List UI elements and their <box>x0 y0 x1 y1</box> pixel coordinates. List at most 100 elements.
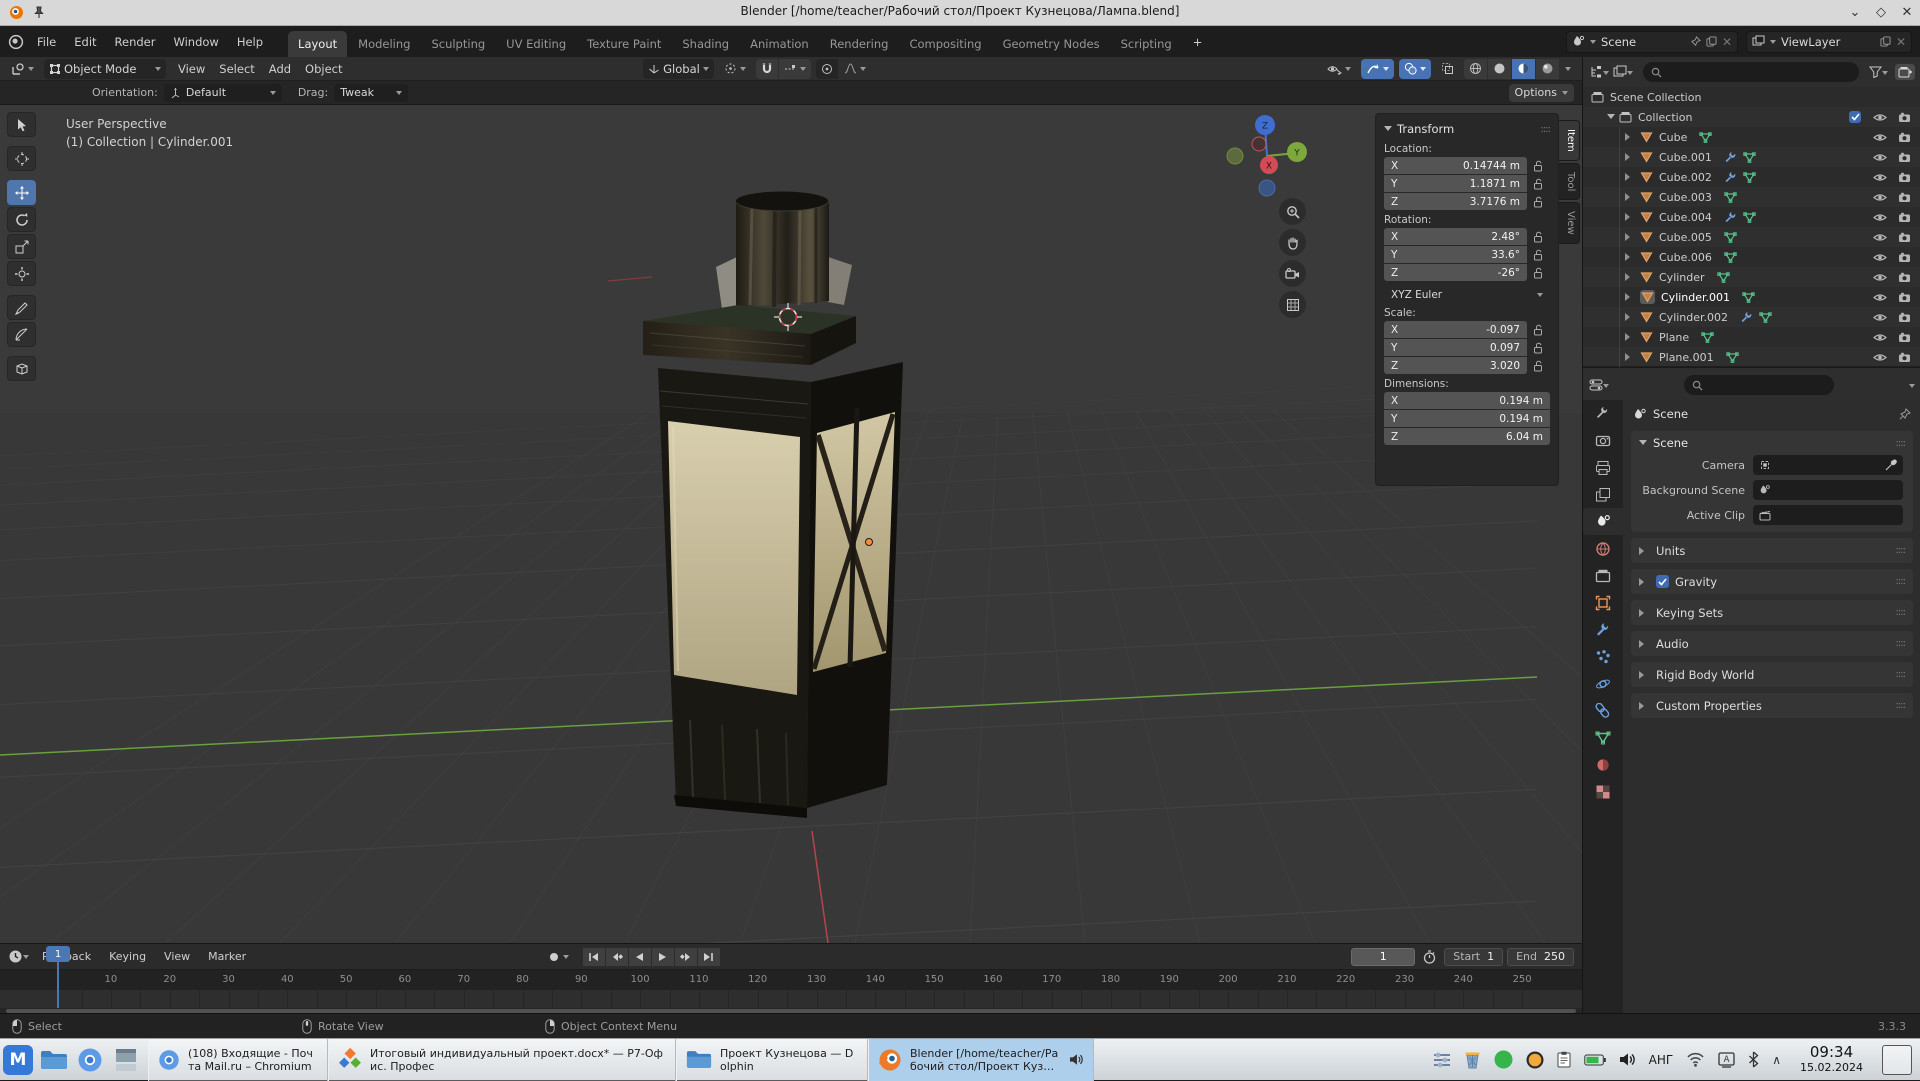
status-green-icon[interactable] <box>1494 1050 1513 1069</box>
hide-eye-toggle[interactable] <box>1873 212 1887 223</box>
camera-view-button[interactable] <box>1279 260 1306 287</box>
workspace-tab-compositing[interactable]: Compositing <box>899 31 991 57</box>
properties-tab-output[interactable] <box>1583 454 1623 481</box>
hide-eye-toggle[interactable] <box>1873 352 1887 363</box>
gravity-checkbox[interactable] <box>1656 575 1669 588</box>
disclosure-triangle[interactable] <box>1625 353 1636 361</box>
hide-eye-toggle[interactable] <box>1873 272 1887 283</box>
new-collection-button[interactable] <box>1895 64 1915 80</box>
hide-eye-toggle[interactable] <box>1873 252 1887 263</box>
properties-tab-modifiers[interactable] <box>1583 616 1623 643</box>
viewport-canvas[interactable] <box>0 105 1582 943</box>
xray-toggle[interactable] <box>1436 59 1459 79</box>
properties-tab-physics[interactable] <box>1583 670 1623 697</box>
render-visibility-toggle[interactable] <box>1898 192 1911 203</box>
tool-transform-button[interactable] <box>7 261 36 286</box>
lock-toggle[interactable] <box>1533 160 1543 172</box>
shading-dropdown[interactable] <box>1560 59 1576 79</box>
render-visibility-toggle[interactable] <box>1898 252 1911 263</box>
disclosure-triangle[interactable] <box>1625 333 1636 341</box>
clipboard-icon[interactable] <box>1557 1051 1571 1068</box>
workspace-tab-texture-paint[interactable]: Texture Paint <box>577 31 671 57</box>
rotation-mode-dropdown[interactable]: XYZ Euler <box>1384 286 1550 303</box>
viewport-menu-select[interactable]: Select <box>212 60 261 78</box>
options-dropdown[interactable]: Options <box>1509 84 1574 102</box>
properties-tab-scene[interactable] <box>1583 508 1623 535</box>
workspace-tab-sculpting[interactable]: Sculpting <box>421 31 495 57</box>
menu-file[interactable]: File <box>28 32 65 52</box>
outliner-row-cube-003[interactable]: Cube.003 <box>1583 187 1920 207</box>
panel-audio[interactable]: Audio :::: <box>1631 631 1913 656</box>
scene-selector[interactable]: Scene ✕ <box>1566 31 1738 53</box>
dimensions-z-field[interactable]: Z6.04 m <box>1384 428 1550 445</box>
properties-tab-view-layer[interactable] <box>1583 481 1623 508</box>
status-amber-icon[interactable] <box>1526 1051 1544 1069</box>
wifi-icon[interactable] <box>1686 1052 1705 1067</box>
outliner-row-plane-001[interactable]: Plane.001 <box>1583 347 1920 367</box>
tool-tweak-button[interactable] <box>7 112 36 137</box>
mixer-icon[interactable] <box>1433 1052 1451 1068</box>
editor-type-button[interactable] <box>6 59 39 79</box>
task-button-dolphin[interactable]: Проект Кузнецова — Dolphin <box>676 1039 868 1081</box>
workspace-tab-rendering[interactable]: Rendering <box>820 31 899 57</box>
timeline-tracks[interactable] <box>0 990 1582 1008</box>
eyedropper-icon[interactable] <box>1885 459 1897 471</box>
tool-add-cube-button[interactable] <box>7 356 36 381</box>
collapse-scene-panel[interactable] <box>1639 440 1647 449</box>
lock-toggle[interactable] <box>1533 360 1543 372</box>
outliner-row-collection[interactable]: Collection <box>1583 107 1920 127</box>
proportional-edit-toggle[interactable] <box>816 59 838 79</box>
navigation-gizmo[interactable]: Z Y X <box>1222 111 1308 203</box>
tool-rotate-button[interactable] <box>7 207 36 232</box>
viewport-menu-view[interactable]: View <box>171 60 212 78</box>
disclosure-triangle[interactable] <box>1625 253 1636 261</box>
visibility-dropdown[interactable] <box>1322 59 1356 79</box>
disclosure-triangle[interactable] <box>1607 111 1615 123</box>
auto-key-button[interactable] <box>547 950 569 964</box>
outliner-row-cylinder[interactable]: Cylinder <box>1583 267 1920 287</box>
outliner-row-cube-004[interactable]: Cube.004 <box>1583 207 1920 227</box>
frame-end-field[interactable]: End 250 <box>1507 948 1574 966</box>
menu-edit[interactable]: Edit <box>65 32 105 52</box>
panel-custom-properties[interactable]: Custom Properties :::: <box>1631 693 1913 718</box>
render-visibility-toggle[interactable] <box>1898 172 1911 183</box>
bluetooth-icon[interactable] <box>1748 1051 1759 1068</box>
playhead[interactable] <box>57 962 59 1008</box>
panel-rigid-body-world[interactable]: Rigid Body World :::: <box>1631 662 1913 687</box>
window-pager-button[interactable] <box>108 1039 144 1081</box>
volume-icon[interactable] <box>1619 1052 1636 1067</box>
render-visibility-toggle[interactable] <box>1898 272 1911 283</box>
panel-grip[interactable]: :::: <box>1541 124 1550 135</box>
render-visibility-toggle[interactable] <box>1898 332 1911 343</box>
proportional-falloff-dropdown[interactable] <box>839 59 871 79</box>
outliner-editor-type-button[interactable] <box>1589 65 1609 79</box>
start-menu-button[interactable]: M <box>0 1039 36 1081</box>
transform-orientation-select[interactable]: Global <box>643 59 714 79</box>
pivot-point-button[interactable] <box>719 59 751 79</box>
lock-toggle[interactable] <box>1533 267 1543 279</box>
disclosure-triangle[interactable] <box>1625 273 1636 281</box>
active-clip-field[interactable] <box>1753 505 1903 525</box>
location-z-field[interactable]: Z3.7176 m <box>1384 193 1527 210</box>
hide-eye-toggle[interactable] <box>1873 112 1887 123</box>
timeline-editor-type-button[interactable] <box>8 949 29 964</box>
lock-toggle[interactable] <box>1533 178 1543 190</box>
workspace-tab-shading[interactable]: Shading <box>672 31 739 57</box>
tool-cursor-button[interactable] <box>7 146 36 171</box>
file-manager-launcher[interactable] <box>36 1039 72 1081</box>
jump-to-start-button[interactable] <box>583 948 605 966</box>
hide-eye-toggle[interactable] <box>1873 332 1887 343</box>
properties-tab-object[interactable] <box>1583 589 1623 616</box>
scale-x-field[interactable]: X-0.097 <box>1384 321 1527 338</box>
render-visibility-toggle[interactable] <box>1898 212 1911 223</box>
render-visibility-toggle[interactable] <box>1898 352 1911 363</box>
menu-help[interactable]: Help <box>228 32 272 52</box>
task-button-chromium[interactable]: (108) Входящие - Почта Mail.ru – Chromiu… <box>148 1039 328 1081</box>
tool-scale-button[interactable] <box>7 234 36 259</box>
workspace-tab-layout[interactable]: Layout <box>288 31 347 57</box>
location-y-field[interactable]: Y1.1871 m <box>1384 175 1527 192</box>
current-frame-indicator[interactable]: 1 <box>46 946 70 962</box>
disclosure-triangle[interactable] <box>1625 193 1636 201</box>
properties-tab-world[interactable] <box>1583 535 1623 562</box>
collection-checkbox[interactable] <box>1849 111 1861 123</box>
